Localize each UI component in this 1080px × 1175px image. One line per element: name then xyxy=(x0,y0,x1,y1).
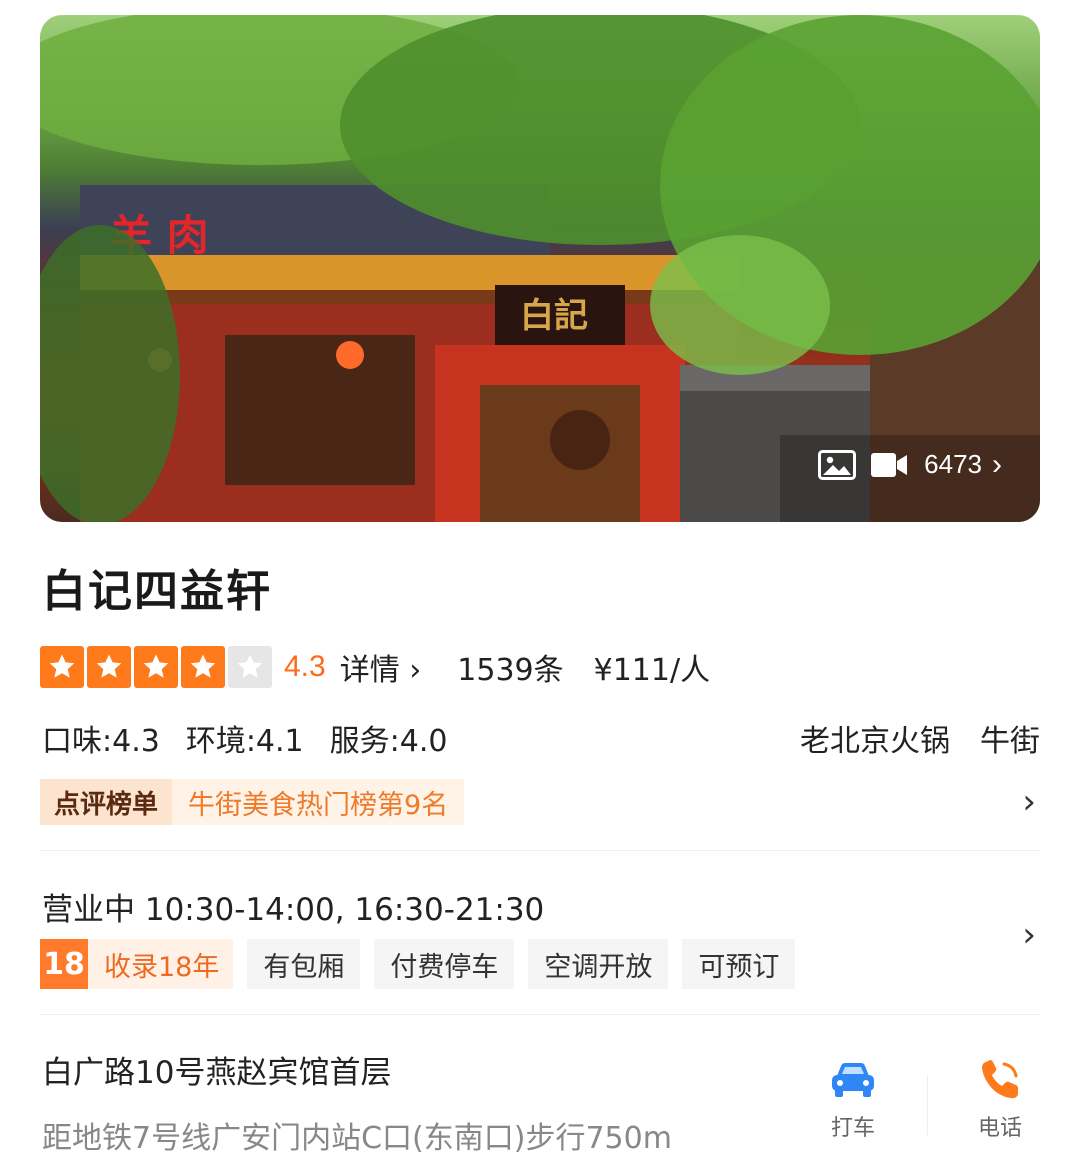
years-label: 收录18年 xyxy=(104,951,220,983)
rating-row: 4.3 详情 › 1539条 ¥111/人 xyxy=(40,645,710,689)
detail-label: 详情 xyxy=(339,653,400,688)
star-icon xyxy=(87,646,131,688)
tag-air-conditioning: 空调开放 xyxy=(528,939,669,989)
price-per-person: ¥111/人 xyxy=(593,653,711,688)
phone-label: 电话 xyxy=(977,1116,1022,1141)
years-listed-tag: 18 收录18年 xyxy=(40,939,234,989)
environment-score: 环境:4.1 xyxy=(185,724,304,759)
star-icon xyxy=(134,646,178,688)
chevron-right-icon[interactable]: › xyxy=(1022,915,1036,955)
restaurant-photo[interactable]: 羊 肉 白記 6473 › xyxy=(40,15,1040,522)
service-score: 服务:4.0 xyxy=(329,724,448,759)
feature-tags: 18 收录18年 有包厢 付费停车 空调开放 可预订 xyxy=(40,939,796,989)
taste-score: 口味:4.3 xyxy=(42,724,160,759)
star-empty-icon xyxy=(228,646,272,688)
tag-private-room: 有包厢 xyxy=(247,939,361,989)
star-rating xyxy=(40,646,272,688)
sign-baiji-text: 白記 xyxy=(520,296,588,336)
video-icon xyxy=(871,452,908,477)
rating-score: 4.3 xyxy=(284,650,326,683)
storefront-illustration: 羊 肉 白記 xyxy=(40,15,1040,522)
image-icon xyxy=(818,449,857,480)
ranking-text: 牛街美食热门榜第9名 xyxy=(172,779,465,825)
divider xyxy=(40,850,1040,851)
car-icon xyxy=(832,1063,874,1097)
phone-icon xyxy=(982,1060,1018,1099)
media-gallery-badge[interactable]: 6473 › xyxy=(818,449,1002,480)
ranking-tag: 点评榜单 xyxy=(40,779,173,825)
category-cuisine[interactable]: 老北京火锅 xyxy=(800,716,950,760)
ranking-banner[interactable]: 点评榜单 牛街美食热门榜第9名 xyxy=(40,779,465,825)
tag-paid-parking: 付费停车 xyxy=(374,939,515,989)
chevron-right-icon[interactable]: › xyxy=(1022,782,1036,822)
tag-reservable: 可预订 xyxy=(682,939,796,989)
business-hours: 营业中 10:30-14:00, 16:30-21:30 xyxy=(42,892,545,928)
rating-detail-link[interactable]: 详情 › xyxy=(340,645,422,689)
restaurant-name: 白记四益轩 xyxy=(42,566,272,617)
media-count: 6473 xyxy=(924,449,982,479)
taxi-button[interactable]: 打车 xyxy=(829,1058,877,1142)
phone-button[interactable]: 电话 xyxy=(976,1058,1024,1142)
chevron-right-icon: › xyxy=(992,447,1002,481)
review-count[interactable]: 1539条 xyxy=(457,645,563,689)
star-icon xyxy=(181,646,225,688)
years-number-badge: 18 xyxy=(40,939,88,989)
address-distance: 距地铁7号线广安门内站C口(东南口)步行750m xyxy=(42,1121,672,1156)
star-icon xyxy=(40,646,84,688)
divider xyxy=(40,1014,1040,1015)
sub-scores: 口味:4.3 环境:4.1 服务:4.0 xyxy=(42,716,447,760)
address-street[interactable]: 白广路10号燕赵宾馆首层 xyxy=(42,1047,391,1092)
category-area[interactable]: 牛街 xyxy=(980,716,1040,760)
categories: 老北京火锅 牛街 xyxy=(800,716,1040,760)
taxi-label: 打车 xyxy=(830,1116,875,1141)
divider xyxy=(927,1075,928,1135)
